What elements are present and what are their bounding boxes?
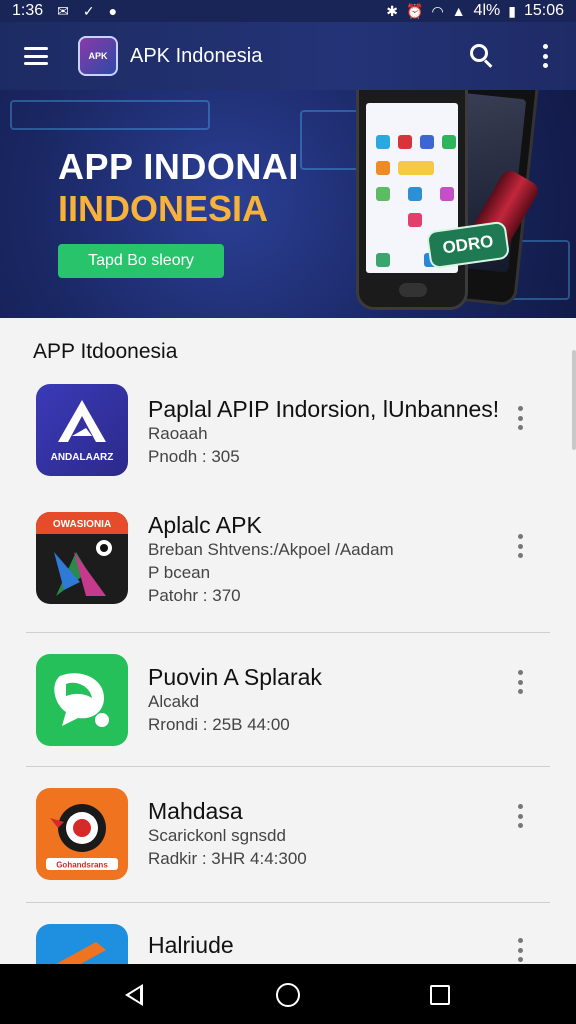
- alarm-icon: ⏰: [406, 2, 424, 19]
- wifi-icon: ◠: [431, 2, 444, 19]
- app-subtitle: Alcakd: [148, 692, 200, 711]
- promo-banner[interactable]: APP INDONAI IINDONESIA Tapd Bo sleory OD…: [0, 90, 576, 318]
- list-item[interactable]: Halriude: [0, 922, 576, 964]
- svg-text:OWASIONIA: OWASIONIA: [53, 519, 111, 530]
- divider: [26, 632, 550, 633]
- status-bar: 1:36 ✉ ✓ ● ✱ ⏰ ◠ ▲ 4l% ▮ 15:06: [0, 0, 576, 22]
- app-meta: Radkir : 3HR 4:4:300: [148, 849, 307, 868]
- app-bar: APK APK Indonesia: [0, 22, 576, 90]
- blue-app-icon: [36, 924, 128, 964]
- andalaarz-app-icon: ANDALAARZ: [36, 384, 128, 476]
- banner-button[interactable]: Tapd Bo sleory: [58, 244, 224, 278]
- more-options-icon[interactable]: [515, 804, 525, 828]
- signal-icon: ▲: [451, 3, 466, 19]
- more-options-icon[interactable]: [515, 534, 525, 558]
- app-logo: APK: [78, 36, 118, 76]
- app-category: P bcean: [148, 563, 211, 582]
- banner-title: APP INDONAI: [58, 146, 299, 187]
- section-title: APP Itdoonesia: [33, 340, 178, 363]
- app-subtitle: Scarickonl sgnsdd: [148, 826, 286, 845]
- divider: [26, 766, 550, 767]
- more-options-icon[interactable]: [515, 938, 525, 962]
- app-subtitle: Raoaah: [148, 424, 208, 443]
- app-meta: Rrondi : 25B 44:00: [148, 715, 290, 734]
- back-icon[interactable]: [125, 984, 143, 1006]
- home-icon[interactable]: [276, 983, 300, 1007]
- app-name: Mahdasa: [148, 798, 243, 824]
- hamburger-menu-icon[interactable]: [24, 47, 48, 65]
- recent-apps-icon[interactable]: [430, 985, 450, 1005]
- bluetooth-icon: ✱: [386, 2, 399, 19]
- search-icon[interactable]: [468, 42, 494, 68]
- status-time-right: 15:06: [523, 2, 564, 19]
- list-item[interactable]: ANDALAARZ Paplal APIP Indorsion, lUnbann…: [0, 382, 576, 492]
- app-name: Puovin A Splarak: [148, 664, 322, 690]
- phone-illustration-front: [356, 90, 468, 310]
- app-name: Aplalc APK: [148, 512, 262, 538]
- check-notification-icon: ✓: [82, 2, 95, 19]
- overflow-menu-icon[interactable]: [540, 44, 550, 68]
- chat-bubble-app-icon: [36, 654, 128, 746]
- app-subtitle: Breban Shtvens:/Akpoel /Aadam: [148, 540, 394, 559]
- more-options-icon[interactable]: [515, 406, 525, 430]
- battery-icon: ▮: [508, 2, 516, 19]
- more-options-icon[interactable]: [515, 670, 525, 694]
- list-item[interactable]: Gohandsrans Mahdasa Scarickonl sgnsdd Ra…: [0, 786, 576, 898]
- svg-text:ANDALAARZ: ANDALAARZ: [51, 452, 114, 463]
- banner-circuit-decoration: [10, 100, 210, 130]
- target-app-icon: Gohandsrans: [36, 788, 128, 880]
- app-meta: Pnodh : 305: [148, 447, 240, 466]
- status-time: 1:36: [12, 2, 44, 19]
- battery-percent: 4l%: [473, 2, 501, 19]
- app-title: APK Indonesia: [130, 44, 263, 67]
- svg-text:Gohandsrans: Gohandsrans: [56, 861, 108, 870]
- app-list-section: APP Itdoonesia ANDALAARZ Paplal APIP Ind…: [0, 318, 576, 964]
- dot-notification-icon: ●: [108, 3, 118, 19]
- banner-subtitle: IINDONESIA: [58, 188, 269, 229]
- app-meta: Patohr : 370: [148, 586, 241, 605]
- app-name: Paplal APIP Indorsion, lUnbannes!: [148, 396, 500, 422]
- list-item[interactable]: Puovin A Splarak Alcakd Rrondi : 25B 44:…: [0, 652, 576, 764]
- divider: [26, 902, 550, 903]
- owasionia-app-icon: OWASIONIA: [36, 512, 128, 604]
- app-name: Halriude: [148, 932, 234, 958]
- system-navigation-bar: [0, 964, 576, 1024]
- gmail-notification-icon: ✉: [57, 2, 69, 19]
- list-item[interactable]: OWASIONIA Aplalc APK Breban Shtvens:/Akp…: [0, 510, 576, 630]
